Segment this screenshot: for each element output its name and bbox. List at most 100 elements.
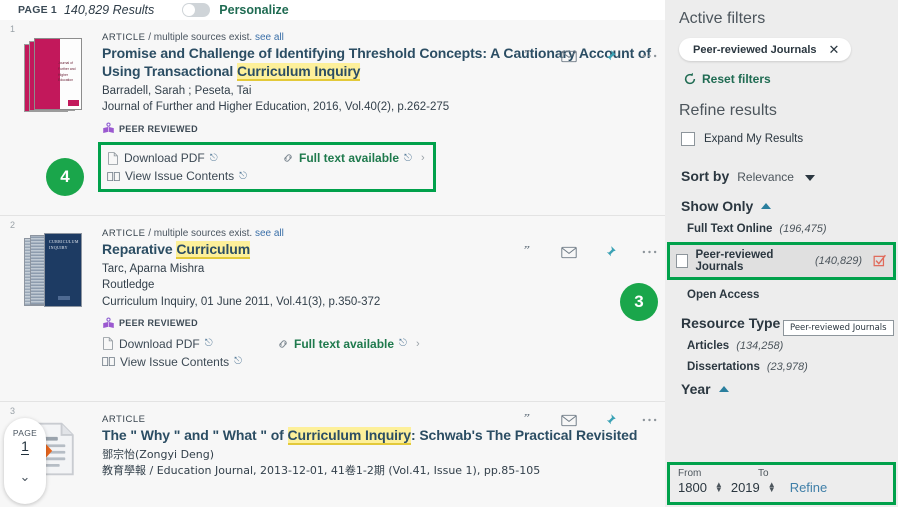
email-icon[interactable]: [561, 244, 577, 260]
result-thumbnail[interactable]: CURRICULUM INQUIRY: [10, 224, 98, 393]
view-issue-contents-link[interactable]: View Issue Contents ⎋: [102, 355, 277, 369]
result-sources: / multiple sources exist.: [148, 32, 253, 43]
result-actions-box: Download PDF ⎋ Full text available ⎋ › V…: [98, 142, 436, 193]
page-label: PAGE 1: [18, 4, 57, 16]
more-options-icon[interactable]: [641, 412, 657, 428]
cursor-checkbox-icon: [873, 254, 887, 267]
result-type: ARTICLE: [102, 414, 146, 425]
year-labels: From To: [678, 468, 893, 479]
active-filter-chip[interactable]: Peer-reviewed Journals ✕: [679, 38, 852, 61]
pdf-file-icon: [103, 337, 113, 351]
personalize-toggle-wrap[interactable]: Personalize: [182, 3, 289, 17]
result-authors: Tarc, Aparna Mishra: [102, 262, 205, 275]
facet-label: Peer-reviewed Journals: [695, 249, 774, 273]
cite-icon[interactable]: ”: [521, 244, 537, 260]
chevron-down-icon[interactable]: ⌄: [20, 469, 31, 485]
title-highlight: Curriculum Inquiry: [287, 427, 411, 443]
year-header[interactable]: Year: [665, 373, 898, 397]
link-row-secondary: View Issue Contents ⎋: [102, 355, 655, 369]
see-all-link[interactable]: see all: [255, 32, 284, 43]
sort-by-value[interactable]: Relevance: [737, 170, 794, 184]
year-to-input[interactable]: 2019: [731, 480, 760, 495]
title-text: Reparative: [102, 241, 177, 257]
download-pdf-link[interactable]: Download PDF ⎋: [102, 337, 277, 351]
callout-badge-4: 4: [46, 158, 84, 196]
peer-reviewed-badge: PEER REVIEWED: [102, 122, 655, 135]
facet-open-access[interactable]: Open Access: [665, 280, 898, 301]
peer-reviewed-badge: PEER REVIEWED: [102, 317, 655, 330]
view-issue-contents-label[interactable]: View Issue Contents: [125, 169, 234, 183]
full-text-link[interactable]: Full text available ⎋ ›: [282, 151, 425, 165]
external-link-icon: ⎋: [399, 338, 407, 350]
download-pdf-link[interactable]: Download PDF ⎋: [107, 151, 282, 165]
full-text-label[interactable]: Full text available: [299, 151, 399, 165]
more-options-icon[interactable]: [641, 48, 657, 64]
close-icon[interactable]: ✕: [829, 43, 840, 56]
result-title[interactable]: The " Why " and " What " of Curriculum I…: [102, 427, 655, 445]
facet-checkbox[interactable]: [676, 254, 689, 268]
reset-filters-label: Reset filters: [702, 72, 771, 86]
facet-dissertations[interactable]: Dissertations (23,978): [665, 352, 898, 373]
year-from-input[interactable]: 1800: [678, 480, 707, 495]
personalize-toggle[interactable]: [182, 3, 211, 17]
results-count: 140,829 Results: [63, 3, 155, 17]
results-topbar: PAGE 1 140,829 Results Personalize: [0, 0, 665, 20]
reset-filters-button[interactable]: Reset filters: [665, 61, 898, 86]
sort-by-row[interactable]: Sort by Relevance: [665, 146, 898, 184]
active-filters-title: Active filters: [679, 10, 766, 27]
result-item-2[interactable]: 2 CURRICULUM INQUIRY ARTICLE / multiple s…: [0, 216, 665, 402]
cite-icon[interactable]: ”: [521, 412, 537, 428]
expand-my-results-label: Expand My Results: [704, 133, 804, 145]
chevron-up-icon[interactable]: [718, 386, 729, 392]
facet-label: Articles: [687, 340, 730, 352]
full-text-label[interactable]: Full text available: [294, 337, 394, 351]
link-chain-icon: [284, 154, 292, 163]
result-publisher: Routledge: [102, 279, 155, 292]
result-source: Curriculum Inquiry, 01 June 2011, Vol.41…: [102, 295, 381, 308]
download-pdf-label[interactable]: Download PDF: [124, 151, 205, 165]
external-link-icon: ⎋: [404, 152, 412, 164]
title-text-post: : Schwab's The Practical Revisited: [410, 427, 638, 443]
chevron-up-icon[interactable]: [761, 203, 772, 209]
page-nav-label: PAGE: [12, 428, 38, 438]
result-index: 2: [10, 220, 16, 230]
download-pdf-label[interactable]: Download PDF: [119, 337, 200, 351]
facet-tooltip: Peer-reviewed Journals: [783, 320, 894, 336]
result-item-3[interactable]: 3 ARTICLE The " Why " and " What " of Cu…: [0, 402, 665, 507]
full-text-link[interactable]: Full text available ⎋ ›: [277, 337, 420, 351]
facet-count: (23,978): [766, 361, 808, 373]
facet-peer-reviewed-journals[interactable]: Peer-reviewed Journals (140,829): [667, 242, 896, 280]
see-all-link[interactable]: see all: [255, 228, 284, 239]
result-authors: Barradell, Sarah ; Peseta, Tai: [102, 84, 252, 97]
facet-label: Open Access: [687, 289, 760, 301]
peer-reviewed-icon: [103, 122, 114, 134]
facet-label: Full Text Online: [687, 223, 773, 235]
cite-icon[interactable]: ”: [521, 48, 537, 64]
email-icon[interactable]: [561, 412, 577, 428]
year-refine-button[interactable]: Refine: [790, 480, 828, 495]
year-inputs-row: 1800 ▲ ▼ 2019 ▲ ▼ Refine: [678, 480, 893, 495]
pin-icon[interactable]: [601, 244, 617, 260]
year-title: Year: [681, 381, 711, 397]
expand-my-results-checkbox[interactable]: [681, 132, 695, 146]
personalize-label[interactable]: Personalize: [219, 3, 288, 17]
peer-reviewed-icon: [103, 317, 114, 328]
page-navigator[interactable]: PAGE 1 ⌄: [4, 418, 46, 504]
pin-icon[interactable]: [601, 48, 617, 64]
result-item-1[interactable]: 1 Journal of Further and Higher Educatio…: [0, 20, 665, 216]
show-only-header[interactable]: Show Only: [665, 184, 898, 214]
year-from-label: From: [678, 468, 702, 479]
link-row-primary: Download PDF ⎋ Full text available ⎋ ›: [107, 151, 425, 165]
chevron-down-icon[interactable]: [804, 175, 815, 181]
view-issue-contents-label[interactable]: View Issue Contents: [120, 355, 229, 369]
email-icon[interactable]: [561, 48, 577, 64]
pin-icon[interactable]: [601, 412, 617, 428]
more-options-icon[interactable]: [641, 244, 657, 260]
result-index: 1: [10, 24, 16, 34]
year-from-stepper[interactable]: ▲ ▼: [715, 480, 723, 492]
year-to-stepper[interactable]: ▲ ▼: [768, 480, 776, 492]
facet-full-text-online[interactable]: Full Text Online (196,475): [665, 214, 898, 235]
view-issue-contents-link[interactable]: View Issue Contents ⎋: [107, 169, 282, 183]
expand-my-results-row[interactable]: Expand My Results: [665, 120, 898, 146]
journal-cover-icon: CURRICULUM INQUIRY: [24, 232, 86, 310]
